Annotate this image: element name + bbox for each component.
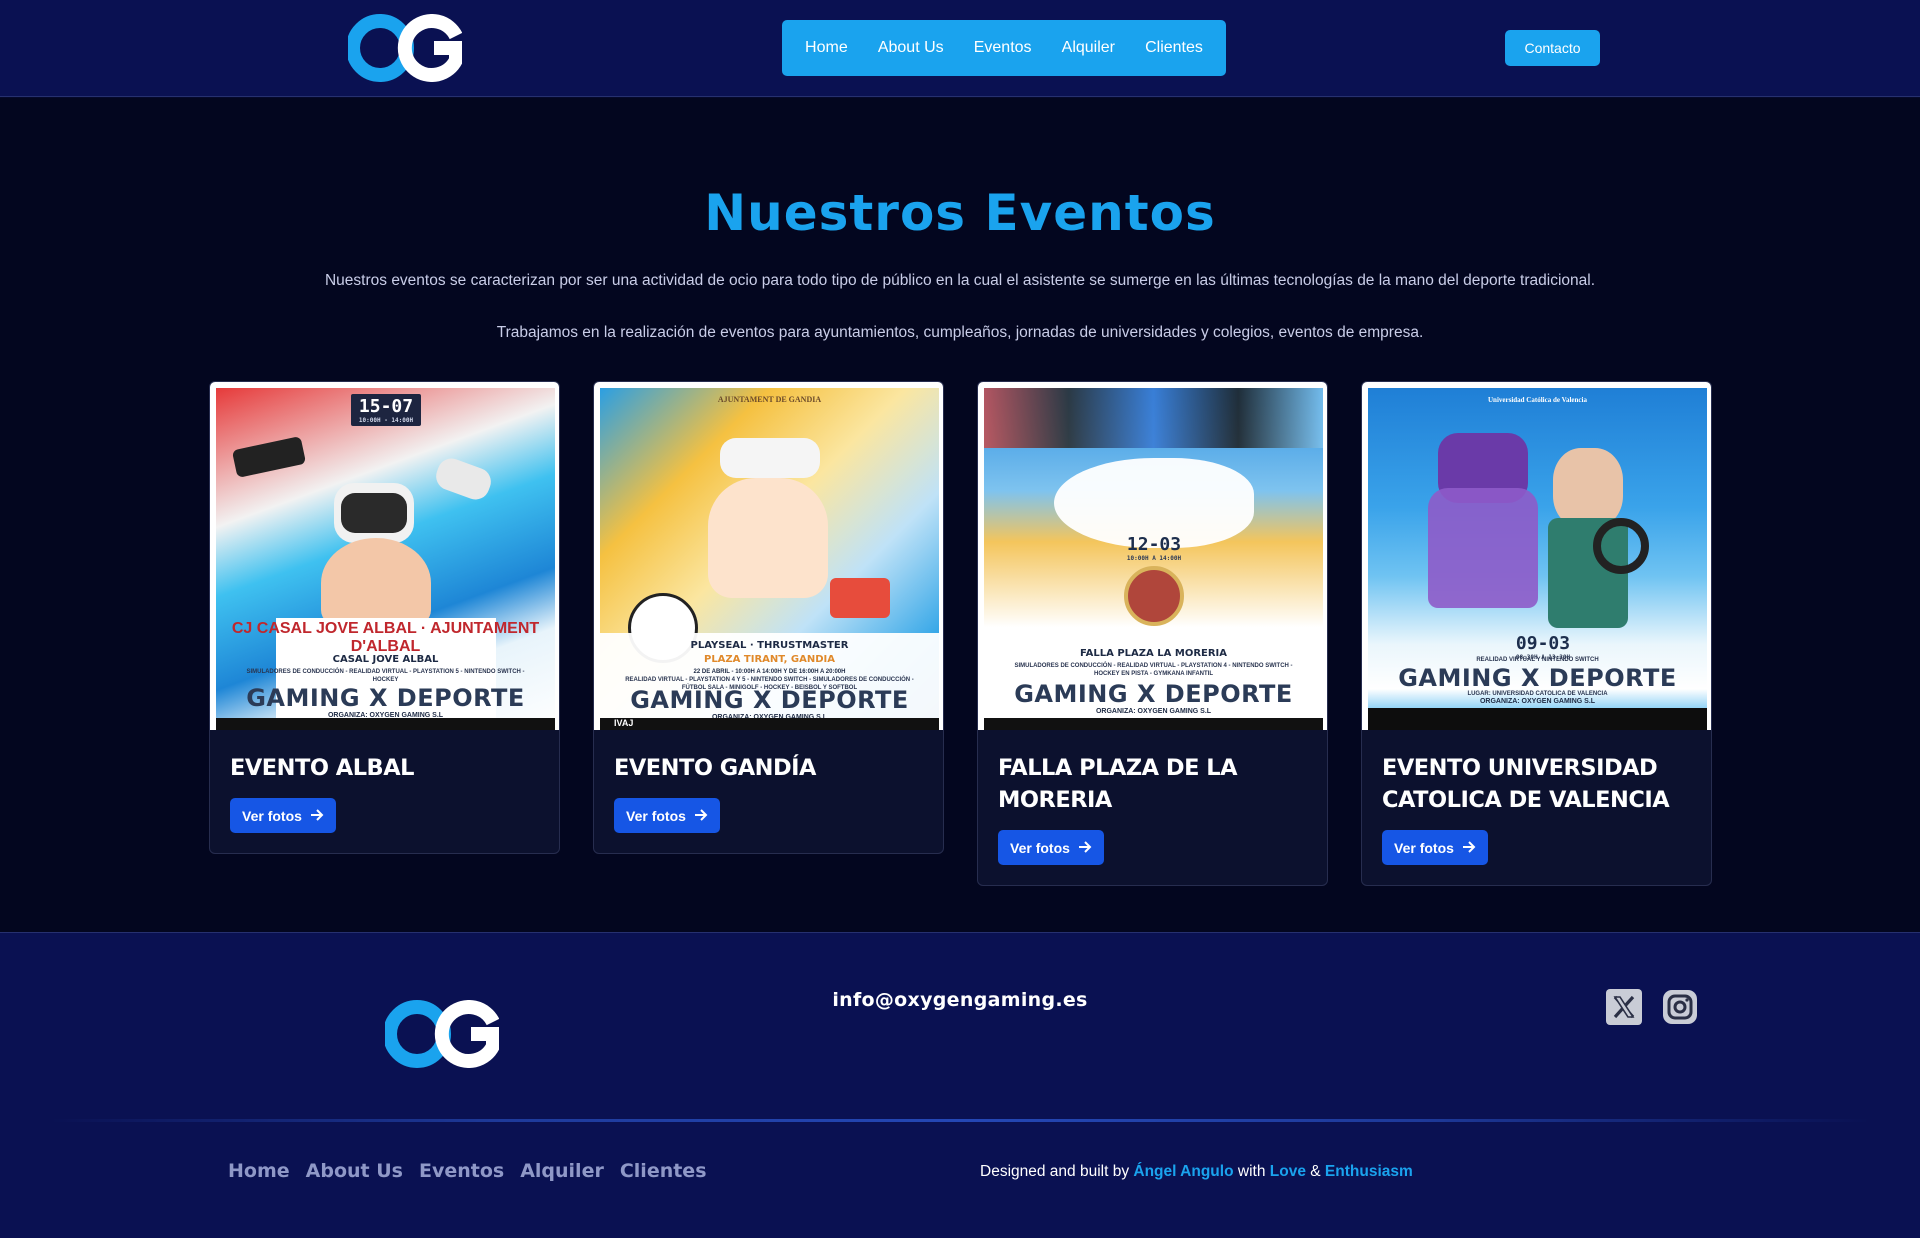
event-poster-gandia[interactable]: AJUNTAMENT DE GANDIA PLAYSEAL · THRUSTMA…	[594, 382, 943, 730]
credits-author-link[interactable]: Ángel Angulo	[1133, 1163, 1233, 1180]
footer-nav-alquiler[interactable]: Alquiler	[520, 1160, 604, 1182]
footer-nav-about-us[interactable]: About Us	[306, 1160, 403, 1182]
event-poster-moreria[interactable]: 12-03 10:00H A 14:00H FALLA PLAZA LA MOR…	[978, 382, 1327, 730]
event-cards: 15-07 10:00H - 14:00H CJ CASAL JOVE ALBA…	[209, 381, 1712, 921]
intro-paragraph-1: Nuestros eventos se caracterizan por ser…	[324, 272, 1596, 289]
event-poster-albal[interactable]: 15-07 10:00H - 14:00H CJ CASAL JOVE ALBA…	[210, 382, 559, 730]
credits-with: with	[1237, 1163, 1266, 1180]
nav-eventos[interactable]: Eventos	[974, 39, 1032, 57]
event-card-moreria: 12-03 10:00H A 14:00H FALLA PLAZA LA MOR…	[977, 381, 1328, 886]
ver-fotos-label: Ver fotos	[626, 807, 686, 824]
x-icon[interactable]	[1606, 989, 1642, 1025]
footer-divider	[50, 1119, 1870, 1122]
credits-love: Love	[1269, 1163, 1306, 1180]
arrow-right-icon	[1462, 840, 1476, 856]
ver-fotos-label: Ver fotos	[1394, 839, 1454, 856]
nav-home[interactable]: Home	[805, 39, 848, 57]
arrow-right-icon	[1078, 840, 1092, 856]
instagram-icon[interactable]	[1662, 989, 1698, 1025]
footer-nav-eventos[interactable]: Eventos	[419, 1160, 504, 1182]
site-footer: info@oxygengaming.es Home About Us Event…	[0, 932, 1920, 1238]
event-title: FALLA PLAZA DE LA MORERIA	[998, 755, 1238, 813]
credits-prefix: Designed and built by	[980, 1163, 1130, 1180]
intro-paragraph-2: Trabajamos en la realización de eventos …	[496, 324, 1424, 341]
event-card-gandia: AJUNTAMENT DE GANDIA PLAYSEAL · THRUSTMA…	[593, 381, 944, 854]
event-title: EVENTO UNIVERSIDAD CATOLICA DE VALENCIA	[1382, 755, 1670, 813]
page-title: Nuestros Eventos	[704, 184, 1216, 242]
ver-fotos-label: Ver fotos	[1010, 839, 1070, 856]
nav-about-us[interactable]: About Us	[878, 39, 944, 57]
footer-nav-home[interactable]: Home	[228, 1160, 290, 1182]
site-header: Home About Us Eventos Alquiler Clientes …	[0, 0, 1920, 97]
event-title: EVENTO GANDÍA	[614, 755, 816, 781]
arrow-right-icon	[694, 808, 708, 824]
events-section: Nuestros Eventos Nuestros eventos se car…	[0, 98, 1920, 932]
og-logo[interactable]	[348, 14, 462, 82]
ver-fotos-button[interactable]: Ver fotos	[1382, 830, 1488, 865]
event-card-ucv: Universidad Católica de Valencia 09-03 0…	[1361, 381, 1712, 886]
credits-enthusiasm: Enthusiasm	[1324, 1163, 1413, 1180]
footer-nav: Home About Us Eventos Alquiler Clientes	[228, 1160, 707, 1182]
nav-clientes[interactable]: Clientes	[1145, 39, 1203, 57]
contact-button[interactable]: Contacto	[1505, 30, 1600, 66]
event-card-albal: 15-07 10:00H - 14:00H CJ CASAL JOVE ALBA…	[209, 381, 560, 854]
event-title: EVENTO ALBAL	[230, 755, 414, 781]
ver-fotos-label: Ver fotos	[242, 807, 302, 824]
event-poster-ucv[interactable]: Universidad Católica de Valencia 09-03 0…	[1362, 382, 1711, 730]
credits: Designed and built by Ángel Angulo with …	[980, 1163, 1413, 1181]
ver-fotos-button[interactable]: Ver fotos	[614, 798, 720, 833]
nav-alquiler[interactable]: Alquiler	[1062, 39, 1115, 57]
arrow-right-icon	[310, 808, 324, 824]
ver-fotos-button[interactable]: Ver fotos	[230, 798, 336, 833]
main-nav: Home About Us Eventos Alquiler Clientes	[782, 20, 1226, 76]
ver-fotos-button[interactable]: Ver fotos	[998, 830, 1104, 865]
footer-nav-clientes[interactable]: Clientes	[620, 1160, 707, 1182]
credits-amp: &	[1310, 1163, 1321, 1180]
